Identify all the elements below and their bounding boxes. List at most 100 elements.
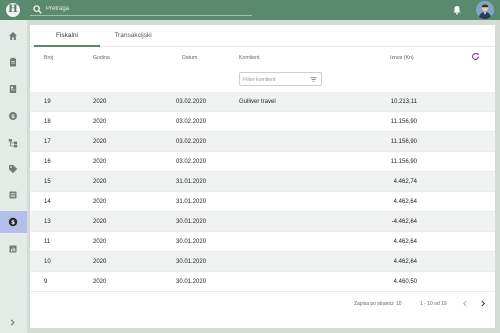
table-row[interactable]: 19 2020 03.02.2020 Gulliver travel 10.213,11 [30,92,495,112]
cell-iznos: 11.156,90 [390,139,417,145]
cell-godina: 2020 [93,219,107,225]
active-tab-indicator [34,45,100,47]
cell-godina: 2020 [93,119,107,125]
column-header-komitent[interactable]: Komitent [239,55,259,61]
komitent-filter-input[interactable] [243,75,303,84]
cell-broj: 11 [44,239,51,245]
tab-fiskalni[interactable]: Fiskalni [34,25,100,47]
cell-datum: 31.01.2020 [176,199,207,205]
user-avatar[interactable] [476,1,494,19]
cell-iznos: 4.460,50 [393,279,417,285]
cell-iznos: 11.156,90 [390,119,417,125]
chevron-right-page-icon[interactable] [479,299,487,308]
rows-per-page-value: 10 [395,301,402,307]
sidebar-item-document[interactable] [0,78,27,100]
list-icon [9,191,17,199]
cell-datum: 31.01.2020 [176,179,207,185]
cell-iznos: -4.462,64 [391,219,417,225]
column-header-godina[interactable]: Godina [93,55,110,61]
cell-broj: 13 [44,219,51,225]
cell-broj: 15 [44,179,51,185]
sidebar: $ $ [0,20,27,333]
user-avatar-image [476,1,494,19]
table-row[interactable]: 14 2020 31.01.2020 4.462,64 [30,192,495,212]
clipboard-icon [10,57,16,67]
notifications-bell-icon[interactable] [452,5,462,15]
table-row[interactable]: 10 2020 30.01.2020 4.462,64 [30,252,495,272]
cell-godina: 2020 [93,259,107,265]
rows-per-page[interactable]: Zapisa po stranici: 10 [354,301,402,307]
table-row[interactable]: 17 2020 03.02.2020 11.156,90 [30,132,495,152]
cell-iznos: 4.462,64 [393,239,417,245]
cell-godina: 2020 [93,99,107,105]
app: H Pretraga $ $ Fiskalni Transakcijski Br… [0,0,500,333]
cell-iznos: 4.462,64 [393,259,417,265]
app-logo[interactable]: H [6,3,20,17]
sidebar-item-home[interactable] [0,25,27,47]
chevron-right-icon[interactable] [8,318,17,327]
home-icon [9,32,17,40]
cell-broj: 16 [44,159,51,165]
svg-text:$: $ [11,220,15,226]
table-row[interactable]: 16 2020 03.02.2020 11.156,90 [30,152,495,172]
rows-per-page-label: Zapisa po stranici: [354,301,395,307]
sidebar-item-report[interactable] [0,238,27,260]
sidebar-item-clipboard[interactable] [0,51,27,73]
sidebar-item-dollar[interactable]: $ [0,211,27,233]
cell-godina: 2020 [93,139,107,145]
cell-datum: 03.02.2020 [176,139,207,145]
fiscal-receipts-table: 19 2020 03.02.2020 Gulliver travel 10.213,11… [30,92,495,292]
cell-godina: 2020 [93,279,107,285]
komitent-filter [239,72,322,86]
column-header-iznos[interactable]: Iznos (Kn) [390,55,414,61]
cell-iznos: 11.156,90 [390,159,417,165]
cell-godina: 2020 [93,179,107,185]
tag-icon [9,165,18,174]
search-icon [33,5,42,14]
table-row[interactable]: 13 2020 30.01.2020 -4.462,64 [30,212,495,232]
page-range: 1 - 10 od 19 [420,301,447,307]
sidebar-item-list[interactable] [0,184,27,206]
cell-godina: 2020 [93,199,107,205]
pagination: Zapisa po stranici: 10 1 - 10 od 19 [30,295,495,315]
main-card: Fiskalni Transakcijski Broj Godina Datum… [30,25,495,328]
cell-iznos: 10.213,11 [390,99,417,105]
cell-broj: 17 [44,139,51,145]
dollar-icon: $ [8,217,18,227]
cell-broj: 10 [44,259,51,265]
tab-transakcijski[interactable]: Transakcijski [100,25,166,47]
table-row[interactable]: 11 2020 30.01.2020 4.462,64 [30,232,495,252]
sidebar-item-coin[interactable]: $ [0,105,27,127]
cell-datum: 30.01.2020 [176,239,207,245]
cell-datum: 30.01.2020 [176,259,207,265]
column-header-broj[interactable]: Broj [44,55,53,61]
cell-broj: 19 [44,99,51,105]
cell-datum: 03.02.2020 [176,99,207,105]
sidebar-item-hierarchy[interactable] [0,132,27,154]
cell-broj: 18 [44,119,51,125]
column-header-datum[interactable]: Datum [182,55,197,61]
search-bar [30,4,252,16]
cell-broj: 14 [44,199,51,205]
document-icon [9,85,17,93]
table-row[interactable]: 9 2020 30.01.2020 4.460,50 [30,272,495,292]
table-row[interactable]: 18 2020 03.02.2020 11.156,90 [30,112,495,132]
search-input[interactable] [46,4,246,14]
top-bar: H [0,0,500,20]
cell-godina: 2020 [93,159,107,165]
cell-iznos: 4.462,74 [393,179,417,185]
cell-broj: 9 [44,279,48,285]
cell-datum: 03.02.2020 [176,159,207,165]
sidebar-item-tag[interactable] [0,158,27,180]
table-row[interactable]: 15 2020 31.01.2020 4.462,74 [30,172,495,192]
refresh-icon[interactable] [471,52,480,61]
filter-icon[interactable] [310,76,317,83]
hierarchy-icon [8,139,18,148]
chevron-left-icon[interactable] [461,299,469,308]
cell-komitent: Gulliver travel [239,99,276,105]
report-icon [9,245,17,253]
cell-datum: 30.01.2020 [176,219,207,225]
svg-text:$: $ [11,114,15,120]
cell-datum: 03.02.2020 [176,119,207,125]
tab-bar: Fiskalni Transakcijski [30,25,495,47]
